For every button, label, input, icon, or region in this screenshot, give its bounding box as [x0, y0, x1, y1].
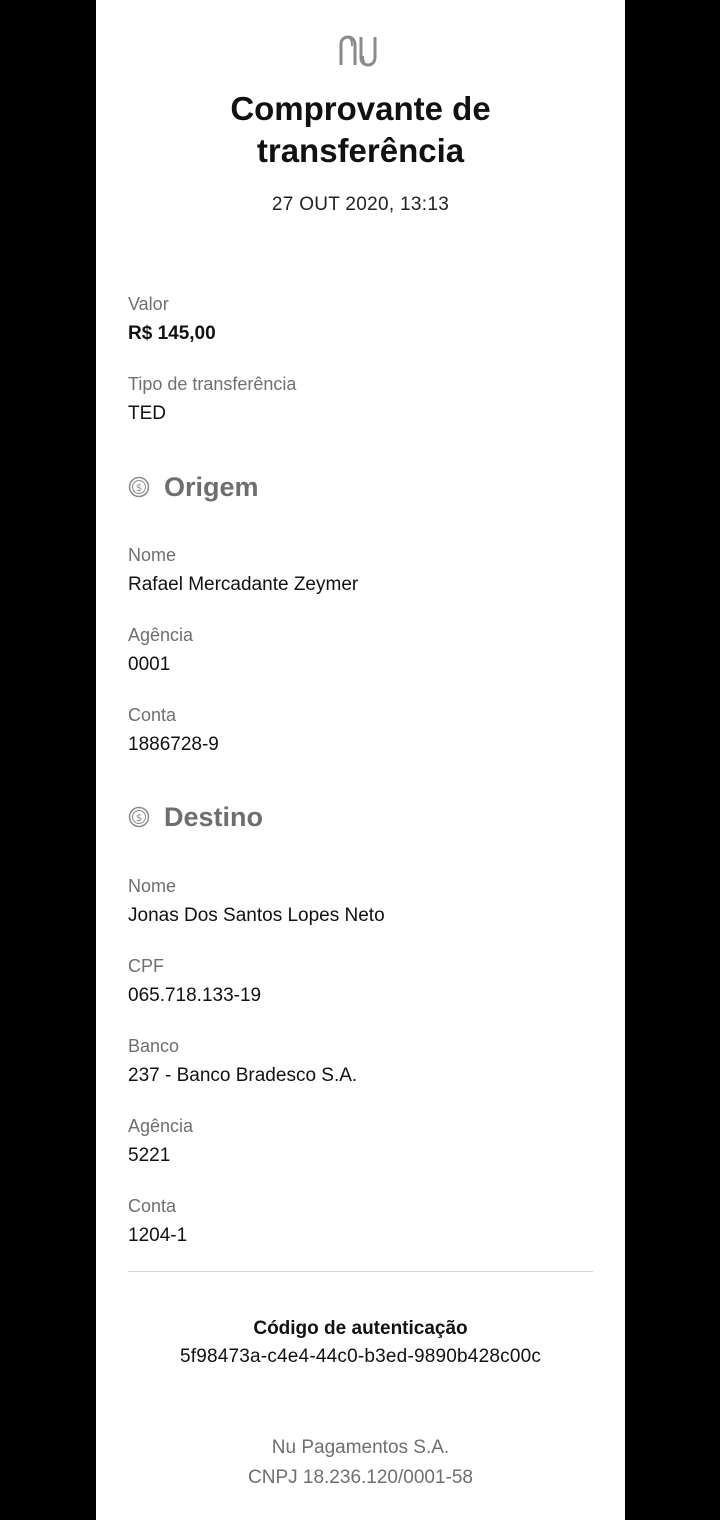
section-destino-header: $ Destino	[128, 800, 263, 834]
origem-agency: 0001	[128, 654, 171, 675]
field-label: Banco	[128, 1036, 180, 1056]
company-name: Nu Pagamentos S.A.	[271, 1437, 450, 1458]
destino-bank: 237 - Banco Bradesco S.A.	[128, 1065, 358, 1086]
transfer-amount: R$ 145,00	[128, 323, 216, 344]
field-destino-cpf: CPF 065.718.133-19	[128, 954, 598, 1008]
destino-cpf: 065.718.133-19	[128, 985, 262, 1006]
origem-account: 1886728-9	[128, 734, 219, 755]
section-destino-title: Destino	[164, 802, 264, 832]
field-label: Tipo de transferência	[128, 374, 297, 394]
auth-code-label: Código de autenticação	[253, 1318, 468, 1339]
logo	[96, 34, 625, 73]
company-cnpj: CNPJ 18.236.120/0001-58	[248, 1467, 473, 1488]
field-label: Conta	[128, 705, 177, 725]
field-origem-agencia: Agência 0001	[128, 623, 598, 677]
field-destino-nome: Nome Jonas Dos Santos Lopes Neto	[128, 874, 598, 928]
divider	[128, 1271, 593, 1272]
transfer-datetime: 27 OUT 2020, 13:13	[271, 194, 450, 215]
title-line-1: Comprovante de	[230, 90, 491, 127]
svg-text:$: $	[136, 813, 142, 824]
page-title: Comprovante de transferência	[96, 88, 625, 172]
transfer-type: TED	[128, 403, 166, 424]
field-label: Agência	[128, 1116, 194, 1136]
field-destino-agencia: Agência 5221	[128, 1114, 598, 1168]
coin-icon: $	[128, 476, 150, 498]
field-valor: Valor R$ 145,00	[128, 292, 598, 346]
svg-text:$: $	[136, 483, 142, 494]
field-label: Conta	[128, 1196, 177, 1216]
field-origem-conta: Conta 1886728-9	[128, 703, 598, 757]
field-label: Nome	[128, 545, 177, 565]
field-label: Valor	[128, 294, 169, 314]
field-destino-conta: Conta 1204-1	[128, 1194, 598, 1248]
field-label: Agência	[128, 625, 194, 645]
transfer-receipt: Comprovante de transferência 27 OUT 2020…	[96, 0, 625, 1520]
nu-logo-icon	[339, 35, 376, 67]
origem-name: Rafael Mercadante Zeymer	[128, 574, 359, 595]
destino-agency: 5221	[128, 1145, 171, 1166]
field-tipo-transferencia: Tipo de transferência TED	[128, 372, 598, 426]
destino-account: 1204-1	[128, 1225, 188, 1246]
destino-name: Jonas Dos Santos Lopes Neto	[128, 905, 385, 926]
title-line-2: transferência	[256, 132, 465, 169]
field-destino-banco: Banco 237 - Banco Bradesco S.A.	[128, 1034, 598, 1088]
field-origem-nome: Nome Rafael Mercadante Zeymer	[128, 543, 598, 597]
section-origem-header: $ Origem	[128, 470, 259, 504]
field-label: Nome	[128, 876, 177, 896]
coin-icon: $	[128, 806, 150, 828]
section-origem-title: Origem	[164, 472, 259, 502]
auth-code-value: 5f98473a-c4e4-44c0-b3ed-9890b428c00c	[179, 1346, 542, 1367]
field-label: CPF	[128, 956, 164, 976]
